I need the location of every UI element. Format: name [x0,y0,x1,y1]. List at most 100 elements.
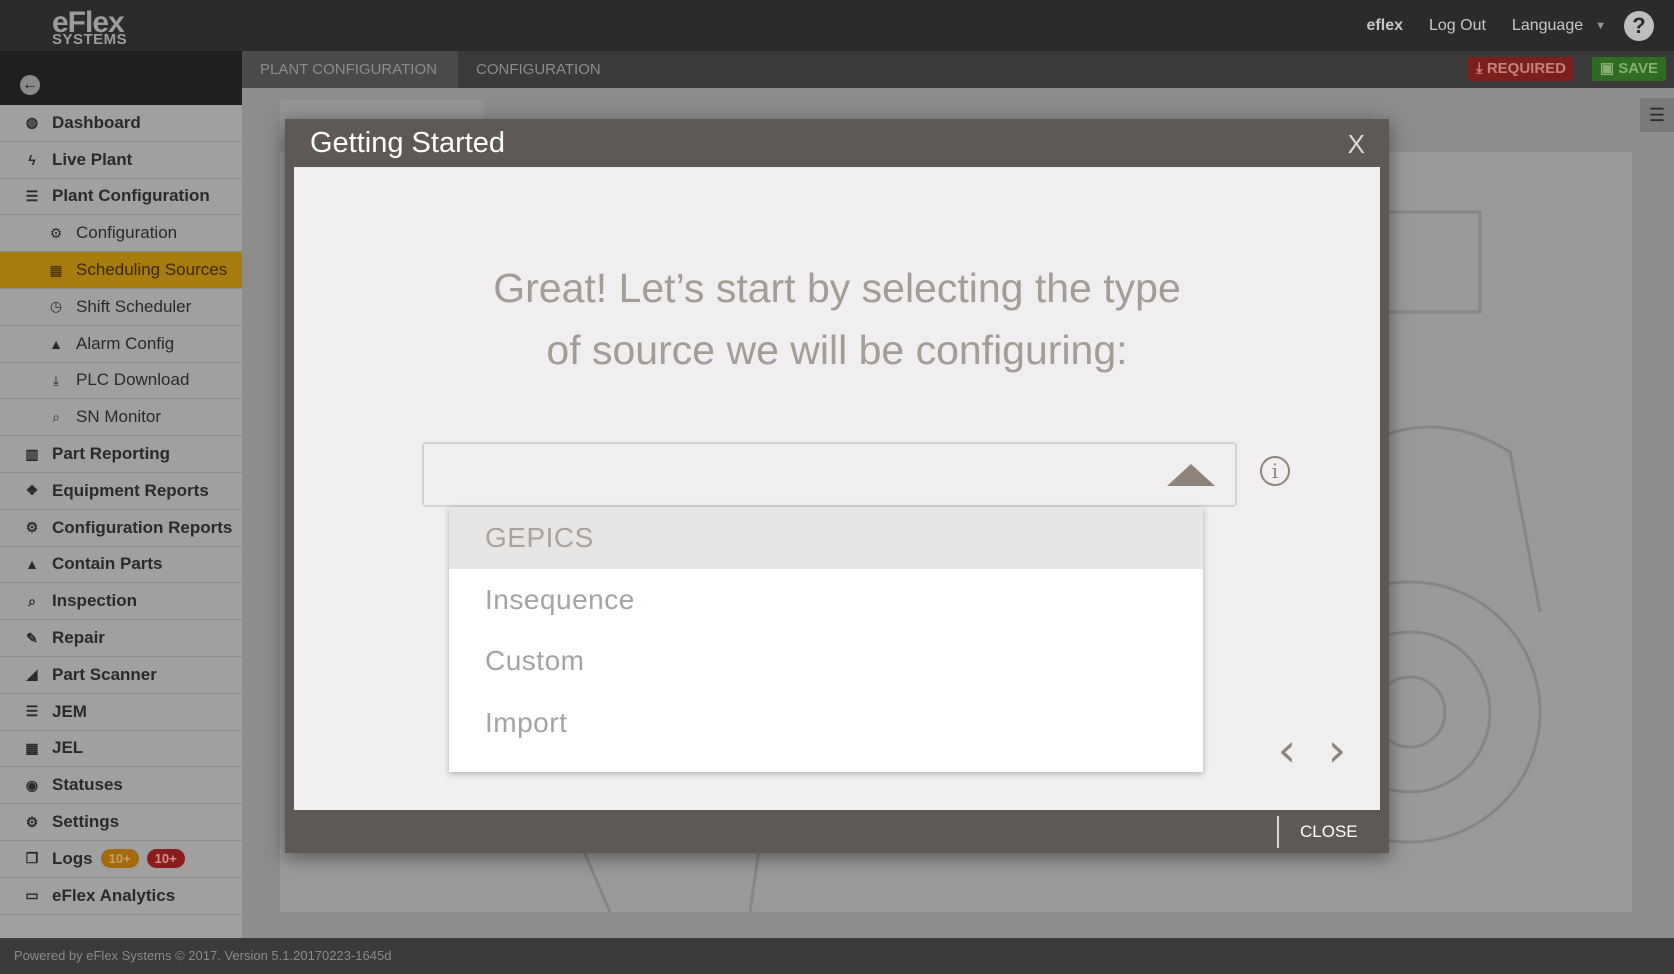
logo-subtext: SYSTEMS [52,31,128,48]
sidebar-item-label: Live Plant [52,149,133,169]
gear-icon: ⚙ [25,519,39,536]
sidebar-collapse: ← [0,51,242,105]
footer-divider [1277,816,1279,848]
chevron-left-icon[interactable]: ‹ [1262,727,1312,777]
option-insequence[interactable]: Insequence [449,569,1203,631]
getting-started-modal: Getting Started X Great! Let’s start by … [285,119,1389,853]
list-toggle-icon[interactable]: ☰ [1640,98,1674,132]
calendar-icon: ▦ [49,261,63,278]
sidebar-item-scheduling-sources[interactable]: ▦ Scheduling Sources [0,252,242,289]
list-icon: ☰ [25,703,39,720]
source-type-dropdown: GEPICS Insequence Custom Import [449,507,1203,772]
sidebar-item-label: Part Reporting [52,444,171,464]
warning-icon: ▲ [49,335,63,352]
prompt-line-1: Great! Let’s start by selecting the type [493,265,1181,311]
prompt-line-2: of source we will be configuring: [546,327,1128,373]
close-button[interactable]: CLOSE [1300,822,1358,842]
sidebar-item-plc-download[interactable]: ⤓ PLC Download [0,363,242,400]
top-bar: eFlex SYSTEMS eflex Log Out Language ▼ ? [0,0,1674,51]
sidebar-item-settings[interactable]: ⚙ Settings [0,804,242,841]
bar-chart-icon: ▥ [25,445,39,462]
gear-icon: ⚙ [25,813,39,830]
back-arrow-icon[interactable]: ← [20,75,40,95]
tab-configuration[interactable]: CONFIGURATION [458,51,619,88]
sidebar-item-label: Settings [52,812,120,832]
sidebar-item-part-reporting[interactable]: ▥ Part Reporting [0,436,242,473]
page-footer: Powered by eFlex Systems © 2017. Version… [0,938,1674,974]
clock-icon: ◷ [49,298,63,315]
sidebar-item-label: Dashboard [52,112,141,132]
sidebar-item-label: Configuration Reports [52,517,233,537]
gear-icon: ⚙ [49,224,63,241]
user-name: eflex [1366,16,1403,34]
sidebar-item-label: Scheduling Sources [76,260,228,280]
sliders-icon: ☰ [25,187,39,204]
sidebar-item-label: Logs [52,848,93,868]
sidebar-item-label: Equipment Reports [52,480,209,500]
bolt-icon: ϟ [28,151,36,168]
help-icon[interactable]: ? [1624,10,1654,41]
dashboard-icon: ◍ [25,114,39,131]
option-import[interactable]: Import [449,692,1203,754]
sidebar-item-dashboard[interactable]: ◍ Dashboard [0,105,242,142]
monitor-icon: ▭ [25,887,39,904]
close-icon[interactable]: X [1348,129,1365,160]
save-button[interactable]: ▣ SAVE [1591,57,1666,81]
sidebar-item-shift-scheduler[interactable]: ◷ Shift Scheduler [0,289,242,326]
sidebar-item-label: Part Scanner [52,664,157,684]
logs-error-badge: 10+ [146,849,185,869]
files-icon: ❐ [25,850,39,867]
save-label: SAVE [1618,60,1658,77]
tab-plant-configuration[interactable]: PLANT CONFIGURATION [242,51,458,88]
sidebar-item-label: Inspection [52,591,138,611]
download-icon: ⤓ [52,371,60,388]
circle-dot-icon: ◉ [25,776,39,793]
required-button[interactable]: ⤓ REQUIRED [1468,57,1574,81]
download-icon: ⤓ [1476,60,1483,77]
sidebar-item-alarm-config[interactable]: ▲ Alarm Config [0,326,242,363]
sidebar-item-statuses[interactable]: ◉ Statuses [0,767,242,805]
sidebar-item-label: Statuses [52,775,123,795]
sidebar-item-label: PLC Download [76,370,190,390]
sidebar-item-sn-monitor[interactable]: ⌕ SN Monitor [0,399,242,437]
sidebar-item-part-scanner[interactable]: ◢ Part Scanner [0,657,242,694]
sidebar-item-jel[interactable]: ▦ JEL [0,731,242,768]
sidebar-item-inspection[interactable]: ⌕ Inspection [0,583,242,621]
sidebar-item-repair[interactable]: ✎ Repair [0,620,242,657]
source-type-select[interactable] [422,442,1237,507]
modal-footer: CLOSE [285,810,1389,853]
sidebar-item-configuration-reports[interactable]: ⚙ Configuration Reports [0,510,242,547]
logs-warning-badge: 10+ [100,849,139,869]
caret-down-icon: ▼ [1595,19,1606,32]
sidebar-item-configuration[interactable]: ⚙ Configuration [0,215,242,253]
prompt-text: Great! Let’s start by selecting the type… [294,257,1380,381]
option-gepics[interactable]: GEPICS [449,507,1203,569]
sidebar-item-label: JEL [52,738,84,758]
scanner-icon: ◢ [26,666,38,683]
language-dropdown[interactable]: Language ▼ [1512,17,1606,35]
sidebar-item-label: JEM [52,701,87,721]
sidebar-nav: ◍ Dashboard ϟ Live Plant ☰ Plant Configuratio… [0,105,242,915]
sidebar-item-plant-configuration[interactable]: ☰ Plant Configuration [0,179,242,216]
sidebar-item-contain-parts[interactable]: ▲ Contain Parts [0,547,242,584]
language-label: Language [1511,16,1584,34]
modal-body: Great! Let’s start by selecting the type… [294,167,1380,810]
save-icon: ▣ [1599,60,1615,77]
info-icon[interactable]: i [1260,456,1290,486]
eflex-logo[interactable]: eFlex SYSTEMS [50,6,170,48]
sidebar-item-logs[interactable]: ❐ Logs 10+ 10+ [0,841,242,878]
grid-icon: ▦ [25,739,39,756]
tab-bar: PLANT CONFIGURATION CONFIGURATION ⤓ REQU… [242,51,1674,88]
chevron-up-icon[interactable] [1167,464,1215,486]
sidebar-item-label: SN Monitor [76,407,162,427]
sidebar-item-eflex-analytics[interactable]: ▭ eFlex Analytics [0,878,242,915]
logout-link[interactable]: Log Out [1429,17,1486,35]
cubes-icon: ❖ [25,482,39,499]
wrench-icon: ✎ [26,629,38,646]
option-custom[interactable]: Custom [449,630,1203,692]
sidebar-item-equipment-reports[interactable]: ❖ Equipment Reports [0,473,242,510]
sidebar-item-jem[interactable]: ☰ JEM [0,694,242,731]
warning-icon: ▲ [25,556,39,573]
chevron-right-icon[interactable]: › [1312,727,1362,777]
sidebar-item-live-plant[interactable]: ϟ Live Plant [0,142,242,179]
